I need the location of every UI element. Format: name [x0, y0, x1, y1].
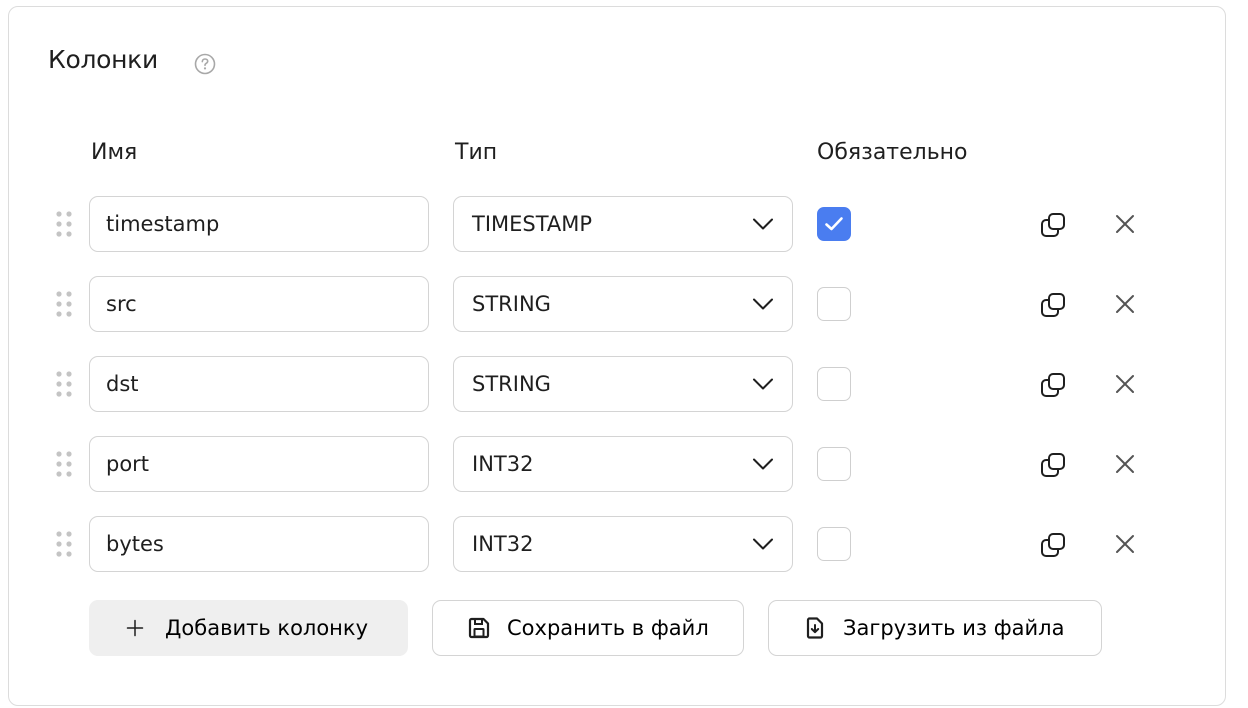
required-checkbox[interactable] [817, 367, 851, 401]
column-type-value: INT32 [472, 532, 534, 556]
close-icon[interactable] [1114, 533, 1136, 555]
drag-handle-icon[interactable] [53, 210, 75, 238]
column-type-value: STRING [472, 372, 551, 396]
column-name-input[interactable]: bytes [89, 516, 429, 572]
column-type-value: INT32 [472, 452, 534, 476]
load-from-file-label: Загрузить из файла [843, 616, 1065, 640]
close-icon[interactable] [1114, 373, 1136, 395]
chevron-down-icon [753, 538, 773, 550]
column-header-name: Имя [91, 140, 138, 165]
column-type-select[interactable]: INT32 [453, 436, 793, 492]
drag-handle-icon[interactable] [53, 290, 75, 318]
load-from-file-button[interactable]: Загрузить из файла [768, 600, 1102, 656]
question-circle-icon[interactable] [194, 53, 216, 75]
close-icon[interactable] [1114, 293, 1136, 315]
file-download-icon [806, 617, 824, 639]
save-to-file-label: Сохранить в файл [507, 616, 709, 640]
column-header-type: Тип [455, 140, 498, 165]
column-type-value: TIMESTAMP [472, 212, 593, 236]
required-checkbox[interactable] [817, 447, 851, 481]
plus-icon [126, 619, 144, 637]
drag-handle-icon[interactable] [53, 530, 75, 558]
duplicate-icon[interactable] [1039, 211, 1067, 239]
section-title: Колонки [48, 45, 158, 74]
drag-handle-icon[interactable] [53, 450, 75, 478]
required-checkbox[interactable] [817, 287, 851, 321]
column-name-input[interactable]: timestamp [89, 196, 429, 252]
chevron-down-icon [753, 458, 773, 470]
add-column-label: Добавить колонку [165, 616, 369, 640]
close-icon[interactable] [1114, 213, 1136, 235]
close-icon[interactable] [1114, 453, 1136, 475]
save-to-file-button[interactable]: Сохранить в файл [432, 600, 744, 656]
drag-handle-icon[interactable] [53, 370, 75, 398]
chevron-down-icon [753, 378, 773, 390]
duplicate-icon[interactable] [1039, 531, 1067, 559]
column-row: port INT32 [0, 436, 1248, 492]
column-type-select[interactable]: INT32 [453, 516, 793, 572]
chevron-down-icon [753, 298, 773, 310]
column-name-input[interactable]: src [89, 276, 429, 332]
column-row: dst STRING [0, 356, 1248, 412]
column-row: timestamp TIMESTAMP [0, 196, 1248, 252]
add-column-button[interactable]: Добавить колонку [89, 600, 408, 656]
column-type-select[interactable]: STRING [453, 276, 793, 332]
column-name-input[interactable]: dst [89, 356, 429, 412]
floppy-disk-icon [468, 617, 490, 639]
checkmark-icon [825, 217, 843, 231]
chevron-down-icon [753, 218, 773, 230]
column-name-input[interactable]: port [89, 436, 429, 492]
duplicate-icon[interactable] [1039, 451, 1067, 479]
required-checkbox[interactable] [817, 527, 851, 561]
duplicate-icon[interactable] [1039, 291, 1067, 319]
duplicate-icon[interactable] [1039, 371, 1067, 399]
required-checkbox[interactable] [817, 207, 851, 241]
column-type-value: STRING [472, 292, 551, 316]
column-header-required: Обязательно [817, 140, 968, 165]
column-type-select[interactable]: STRING [453, 356, 793, 412]
column-row: bytes INT32 [0, 516, 1248, 572]
column-type-select[interactable]: TIMESTAMP [453, 196, 793, 252]
column-row: src STRING [0, 276, 1248, 332]
